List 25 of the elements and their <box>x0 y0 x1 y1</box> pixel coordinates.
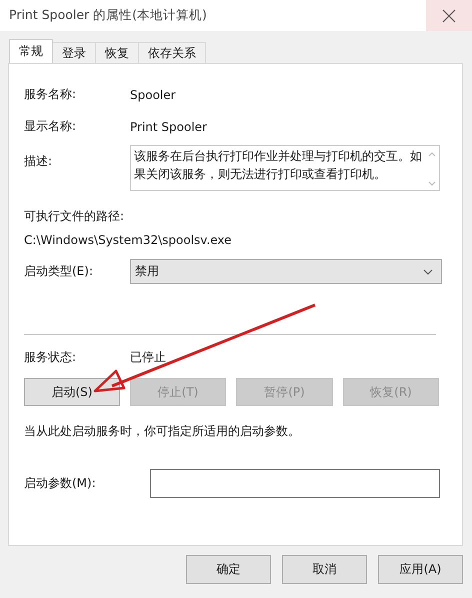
tab[interactable]: 依存关系 <box>138 42 206 63</box>
service-button[interactable]: 启动(S) <box>24 378 120 406</box>
close-button[interactable] <box>426 0 472 31</box>
field-label: 启动类型(E): <box>24 263 94 280</box>
field-label: 启动参数(M): <box>24 475 97 492</box>
field-label: 描述: <box>24 153 54 170</box>
field-label: 显示名称: <box>24 118 78 135</box>
field-value: Print Spooler <box>130 120 207 134</box>
startup-type-dropdown[interactable]: 禁用 <box>130 259 442 284</box>
path-text: C:\Windows\System32\spoolsv.exe <box>24 233 233 247</box>
dialog-button[interactable]: 取消 <box>282 555 367 584</box>
field-label: 服务状态: <box>24 349 78 366</box>
tab[interactable]: 常规 <box>9 39 53 63</box>
close-icon <box>442 8 456 22</box>
chevron-down-icon <box>423 268 433 274</box>
dialog-button[interactable]: 确定 <box>186 555 271 584</box>
window-title: Print Spooler 的属性(本地计算机) <box>8 7 207 24</box>
description-box[interactable]: 该服务在后台执行打印作业并处理与打印机的交互。如果关闭该服务，则无法进行打印或查看打印机。 <box>130 145 440 191</box>
start-parameters-field[interactable] <box>150 469 440 498</box>
field-label: 服务名称: <box>24 86 78 103</box>
hint-text: 当从此处启动服务时，你可指定所适用的启动参数。 <box>24 423 301 440</box>
field-label: 可执行文件的路径: <box>24 208 126 225</box>
status-value: 已停止 <box>130 349 166 366</box>
field-value: Spooler <box>130 88 176 102</box>
dialog-button[interactable]: 应用(A) <box>378 555 463 584</box>
